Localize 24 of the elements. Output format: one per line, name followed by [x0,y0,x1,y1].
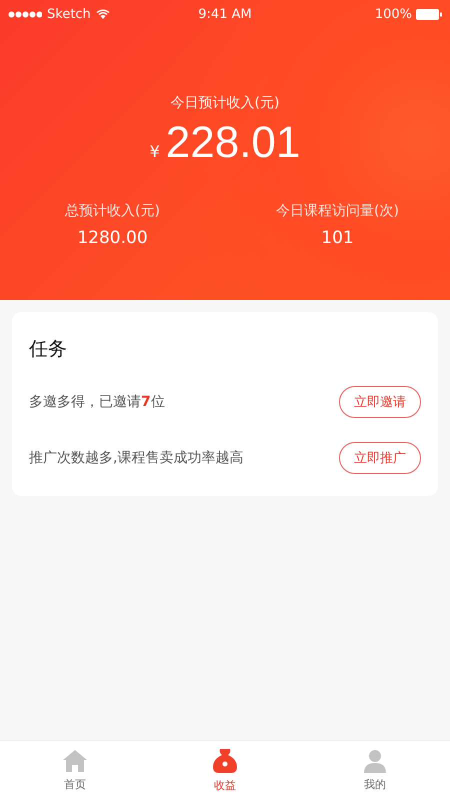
person-icon [363,749,387,773]
task-button[interactable]: 立即推广 [339,442,421,474]
battery-percent: 100% [374,6,412,22]
stat-label: 今日课程访问量(次) [276,202,399,220]
money-bag-icon [212,748,238,774]
carrier-name: Sketch [47,6,91,22]
battery-icon [416,8,442,20]
tab-item[interactable]: 我的 [300,741,450,800]
card-title: 任务 [29,337,68,362]
task-button[interactable]: 立即邀请 [339,386,421,418]
task-text: 多邀多得，已邀请7位 [29,393,165,411]
signal-icon [8,10,42,18]
home-icon [62,749,88,773]
today-income-label: 今日预计收入(元) [170,94,280,112]
stat-value: 101 [321,228,354,248]
today-income-amount: 228.01 [166,118,300,168]
task-text: 推广次数越多,课程售卖成功率越高 [29,449,244,467]
stat-value: 1280.00 [77,228,148,248]
tab-item[interactable]: 收益 [150,741,300,800]
status-time: 9:41 AM [198,6,252,22]
currency-symbol: ¥ [150,142,160,161]
tab-item[interactable]: 首页 [0,741,150,800]
wifi-icon [96,9,110,19]
stat-label: 总预计收入(元) [65,202,160,220]
